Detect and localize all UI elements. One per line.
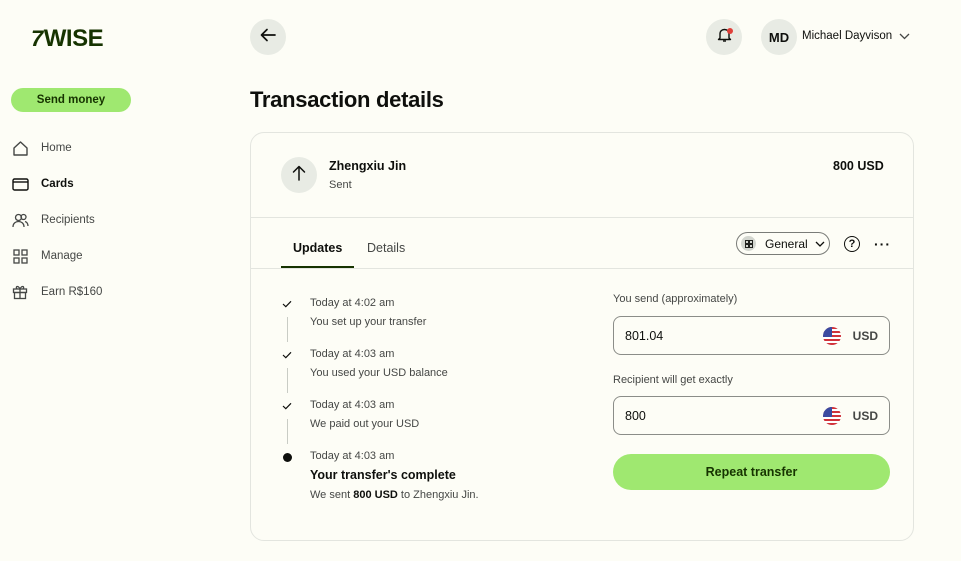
timeline-connector <box>287 419 288 444</box>
tab-details[interactable]: Details <box>367 241 405 255</box>
send-amount-field[interactable]: USD <box>613 316 890 355</box>
gift-icon <box>11 283 29 301</box>
receive-currency-code: USD <box>852 408 878 423</box>
timeline-connector <box>287 368 288 393</box>
sidebar-item-manage[interactable]: Manage <box>11 246 83 266</box>
account-menu[interactable]: Michael Dayvison <box>802 30 910 42</box>
notification-dot <box>727 28 733 34</box>
timeline-time: Today at 4:03 am <box>310 450 395 462</box>
timeline-text: We paid out your USD <box>310 418 420 430</box>
arrow-left-icon <box>259 26 277 49</box>
avatar[interactable]: MD <box>761 19 797 55</box>
tab-updates[interactable]: Updates <box>293 241 342 255</box>
transaction-type-badge <box>281 157 317 193</box>
recipient-name: Zhengxiu Jin <box>329 159 407 173</box>
timeline-time: Today at 4:02 am <box>310 297 395 309</box>
timeline-connector <box>287 317 288 342</box>
sidebar-item-home[interactable]: Home <box>11 138 72 158</box>
sidebar-item-earn[interactable]: Earn R$160 <box>11 282 102 302</box>
arrow-up-icon <box>291 164 307 187</box>
transaction-amount: 800 USD <box>833 159 884 173</box>
us-flag-icon <box>822 406 841 425</box>
check-icon <box>281 349 293 361</box>
help-icon[interactable]: ? <box>844 236 860 252</box>
timeline-time: Today at 4:03 am <box>310 348 395 360</box>
logo-flag-mark: 7 <box>31 26 43 51</box>
sidebar-item-cards[interactable]: Cards <box>11 174 74 194</box>
home-icon <box>11 139 29 157</box>
timeline-text: Your transfer's complete <box>310 468 456 482</box>
tabs-divider <box>251 268 913 269</box>
back-button[interactable] <box>250 19 286 55</box>
notifications-button[interactable] <box>706 19 742 55</box>
timeline-current-dot <box>283 453 292 462</box>
user-name: Michael Dayvison <box>802 30 893 42</box>
check-icon <box>281 400 293 412</box>
sidebar-item-label: Earn R$160 <box>41 286 103 298</box>
sidebar-item-label: Recipients <box>41 214 95 226</box>
logo-text: WISE <box>43 25 104 52</box>
recipients-icon <box>11 211 29 229</box>
chevron-down-icon <box>899 33 910 40</box>
send-money-button[interactable]: Send money <box>11 88 131 112</box>
timeline-summary: We sent 800 USD to Zhengxiu Jin. <box>310 489 479 501</box>
page-title: Transaction details <box>250 87 444 112</box>
receive-amount-input[interactable] <box>625 408 785 423</box>
card-divider <box>251 217 913 218</box>
summary-prefix: We sent <box>310 489 354 501</box>
sidebar-item-label: Cards <box>41 178 74 190</box>
send-amount-label: You send (approximately) <box>613 293 738 305</box>
us-flag-icon <box>822 326 841 345</box>
grid-icon <box>11 247 29 265</box>
wise-logo[interactable]: 7 WISE <box>31 25 104 53</box>
category-select[interactable]: General <box>736 232 830 255</box>
more-options-icon[interactable]: ··· <box>874 236 891 252</box>
send-currency-code: USD <box>852 328 878 343</box>
repeat-transfer-button[interactable]: Repeat transfer <box>613 454 890 490</box>
check-icon <box>281 298 293 310</box>
summary-suffix: to Zhengxiu Jin. <box>397 489 479 501</box>
send-amount-input[interactable] <box>625 328 785 343</box>
card-icon <box>11 175 29 193</box>
summary-amount: 800 USD <box>353 489 398 501</box>
sidebar-item-recipients[interactable]: Recipients <box>11 210 95 230</box>
receive-currency-selector[interactable]: USD <box>822 406 878 425</box>
timeline-text: You set up your transfer <box>310 316 427 328</box>
receive-amount-label: Recipient will get exactly <box>613 374 733 386</box>
timeline-time: Today at 4:03 am <box>310 399 395 411</box>
sidebar-item-label: Home <box>41 142 72 154</box>
category-grid-icon <box>741 236 756 251</box>
category-label: General <box>765 236 808 251</box>
sidebar-item-label: Manage <box>41 250 83 262</box>
chevron-down-icon <box>815 241 825 247</box>
transaction-status: Sent <box>329 179 352 191</box>
send-currency-selector[interactable]: USD <box>822 326 878 345</box>
receive-amount-field[interactable]: USD <box>613 396 890 435</box>
timeline-text: You used your USD balance <box>310 367 448 379</box>
